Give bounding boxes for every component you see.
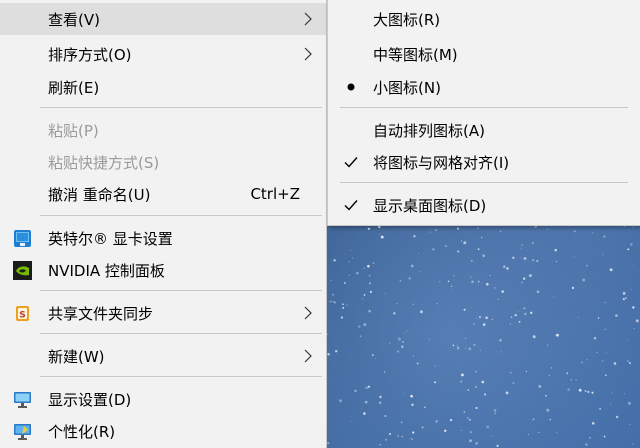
submenu-item-show-desktop-icons-label: 显示桌面图标(D) [373,196,487,215]
display-icon [14,392,31,408]
undo-shortcut-text: Ctrl+Z [250,185,300,203]
chevron-right-icon [304,306,312,320]
menu-item-share-sync-label: 共享文件夹同步 [48,304,154,323]
submenu-item-large-icons[interactable]: 大图标(R) [328,3,640,35]
share-sync-icon: S [16,306,29,321]
menu-item-display-settings-label: 显示设置(D) [48,390,132,409]
menu-separator [340,107,628,108]
chevron-right-icon [304,12,312,26]
menu-item-view[interactable]: 查看(V) [0,3,326,35]
menu-item-paste-shortcut[interactable]: 粘贴快捷方式(S) [0,146,326,178]
menu-separator [40,376,322,377]
chevron-right-icon [304,47,312,61]
view-submenu: 大图标(R) 中等图标(M) 小图标(N) 自动排列图标(A) 将图标与网格对齐… [327,0,640,226]
menu-item-intel-graphics-label: 英特尔® 显卡设置 [48,229,173,248]
menu-separator [40,107,322,108]
submenu-item-show-desktop-icons[interactable]: 显示桌面图标(D) [328,189,640,221]
menu-item-view-label: 查看(V) [48,10,100,29]
menu-separator [40,290,322,291]
menu-item-paste[interactable]: 粘贴(P) [0,114,326,146]
submenu-item-medium-icons-label: 中等图标(M) [373,45,458,64]
submenu-item-align-to-grid[interactable]: 将图标与网格对齐(I) [328,146,640,178]
submenu-item-align-to-grid-label: 将图标与网格对齐(I) [373,153,510,172]
menu-item-refresh-label: 刷新(E) [48,78,100,97]
intel-graphics-icon [14,230,31,247]
svg-text:S: S [19,311,25,321]
submenu-item-large-icons-label: 大图标(R) [373,10,441,29]
menu-separator [40,215,322,216]
nvidia-icon [13,261,32,280]
menu-item-undo-rename[interactable]: 撤消 重命名(U) Ctrl+Z [0,178,326,210]
menu-item-personalize[interactable]: 个性化(R) [0,415,326,447]
menu-item-intel-graphics[interactable]: 英特尔® 显卡设置 [0,222,326,254]
menu-separator [340,182,628,183]
menu-item-display-settings[interactable]: 显示设置(D) [0,383,326,415]
radio-dot-icon [347,83,355,91]
menu-item-new-label: 新建(W) [48,347,105,366]
desktop-context-menu: 查看(V) 排序方式(O) 刷新(E) 粘贴(P) 粘贴快捷方式(S) 撤消 重… [0,0,327,448]
submenu-item-small-icons[interactable]: 小图标(N) [328,71,640,103]
menu-item-paste-shortcut-label: 粘贴快捷方式(S) [48,153,160,172]
menu-item-personalize-label: 个性化(R) [48,422,116,441]
menu-item-refresh[interactable]: 刷新(E) [0,71,326,103]
menu-item-nvidia-panel[interactable]: NVIDIA 控制面板 [0,254,326,286]
submenu-item-auto-arrange[interactable]: 自动排列图标(A) [328,114,640,146]
menu-item-nvidia-panel-label: NVIDIA 控制面板 [48,261,165,280]
menu-item-sort[interactable]: 排序方式(O) [0,38,326,70]
menu-separator [40,333,322,334]
menu-item-paste-label: 粘贴(P) [48,121,99,140]
checkmark-icon [344,200,358,211]
menu-item-sort-label: 排序方式(O) [48,45,132,64]
checkmark-icon [344,157,358,168]
submenu-item-auto-arrange-label: 自动排列图标(A) [373,121,485,140]
menu-item-undo-rename-label: 撤消 重命名(U) [48,185,151,204]
menu-item-new[interactable]: 新建(W) [0,340,326,372]
menu-item-share-sync[interactable]: S 共享文件夹同步 [0,297,326,329]
submenu-item-medium-icons[interactable]: 中等图标(M) [328,38,640,70]
chevron-right-icon [304,349,312,363]
personalize-icon [14,424,31,440]
submenu-item-small-icons-label: 小图标(N) [373,78,441,97]
